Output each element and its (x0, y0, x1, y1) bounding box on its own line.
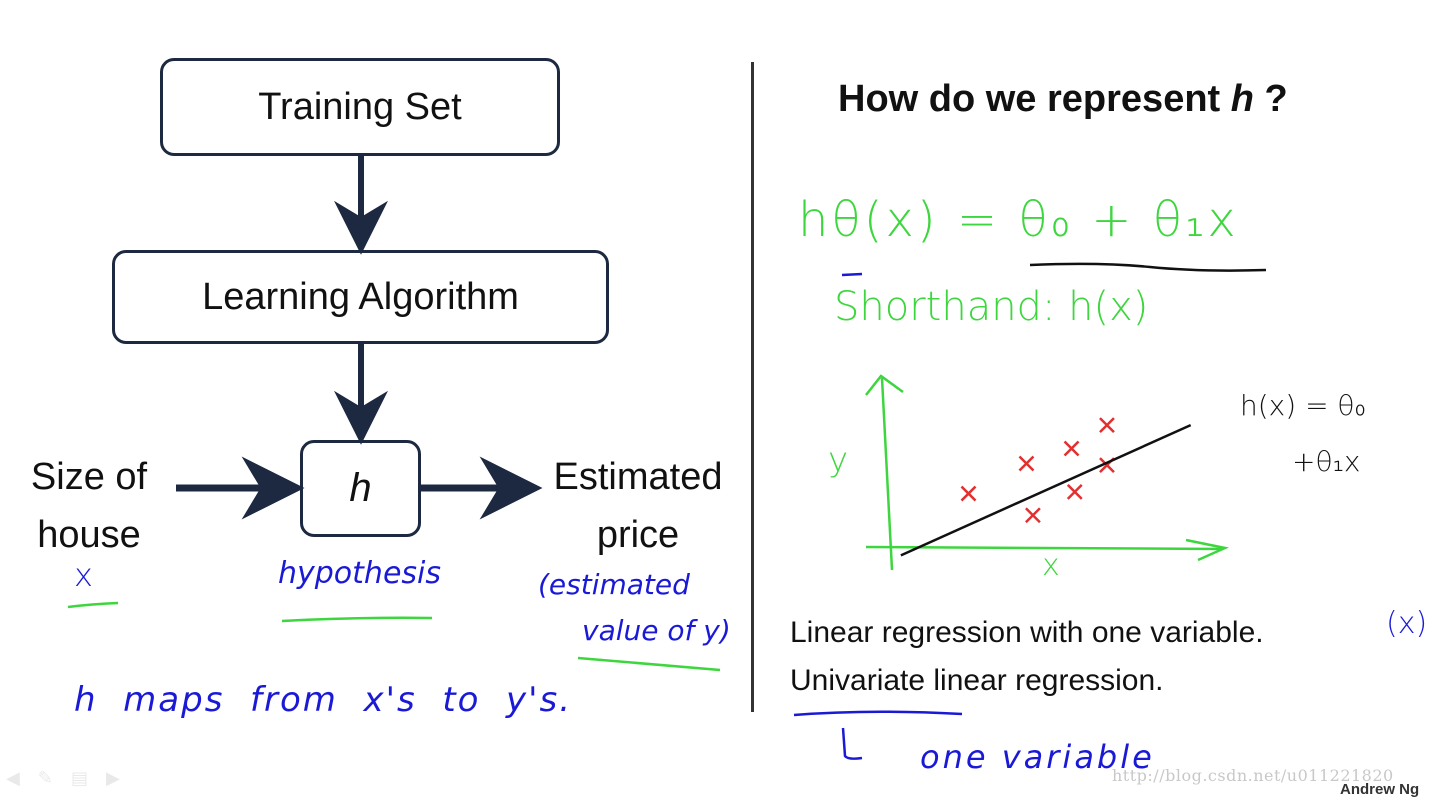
fit-line (900, 423, 1192, 557)
one-variable-hook (841, 727, 863, 760)
panel-divider (751, 62, 754, 712)
bullet-univariate: Univariate linear regression. (790, 664, 1164, 697)
data-point (1025, 507, 1041, 524)
fit-line-label-line2: +θ₁x (1292, 445, 1361, 478)
underline-hypothesis (281, 616, 433, 623)
input-symbol-note: x (74, 556, 93, 594)
y-axis-arrowhead (865, 374, 904, 396)
bullet-linear-regression: Linear regression with one variable. (790, 616, 1264, 649)
formula-underline (1029, 262, 1267, 272)
theta-subscript-mark (841, 272, 863, 277)
y-axis (880, 377, 894, 571)
data-point (1018, 455, 1035, 472)
regression-plot (865, 374, 1230, 571)
shorthand-note: Shorthand: h(x) (834, 284, 1149, 330)
output-note: (estimated value of y) (538, 562, 731, 654)
credit: Andrew Ng (1340, 781, 1420, 798)
title-symbol: h (1230, 78, 1254, 120)
slide-title: How do we represent h ? (838, 78, 1288, 121)
title-prefix: How do we represent (838, 78, 1231, 120)
underline-x (67, 601, 119, 609)
underline-estimated-value (577, 656, 721, 672)
hypothesis-note: hypothesis (278, 556, 441, 591)
data-point (1066, 484, 1083, 500)
data-point (1099, 417, 1115, 433)
univariate-underline (793, 710, 963, 717)
fit-line-label-line1: h(x) = θ₀ (1240, 389, 1366, 422)
hypothesis-formula: hθ(x) = θ₀ + θ₁x (798, 192, 1239, 248)
fit-line-label: h(x) = θ₀ +θ₁x (1240, 378, 1366, 490)
prev-icon[interactable]: ◀ (6, 768, 20, 789)
menu-icon[interactable]: ▤ (71, 768, 88, 789)
next-icon[interactable]: ▶ (106, 768, 120, 789)
output-note-line2: value of y) (582, 614, 731, 647)
mapping-note: h maps from x's to y's. (74, 680, 573, 720)
plot-y-label: y (828, 440, 849, 480)
slide-controls: ◀ ✎ ▤ ▶ (6, 768, 120, 789)
output-note-line1: (estimated (538, 568, 690, 601)
pen-icon[interactable]: ✎ (38, 768, 53, 789)
plot-x-label: x (1042, 548, 1060, 583)
bullet1-note: (x) (1386, 606, 1428, 641)
data-point (1063, 440, 1080, 457)
title-suffix: ? (1253, 78, 1288, 120)
data-point (960, 485, 977, 502)
